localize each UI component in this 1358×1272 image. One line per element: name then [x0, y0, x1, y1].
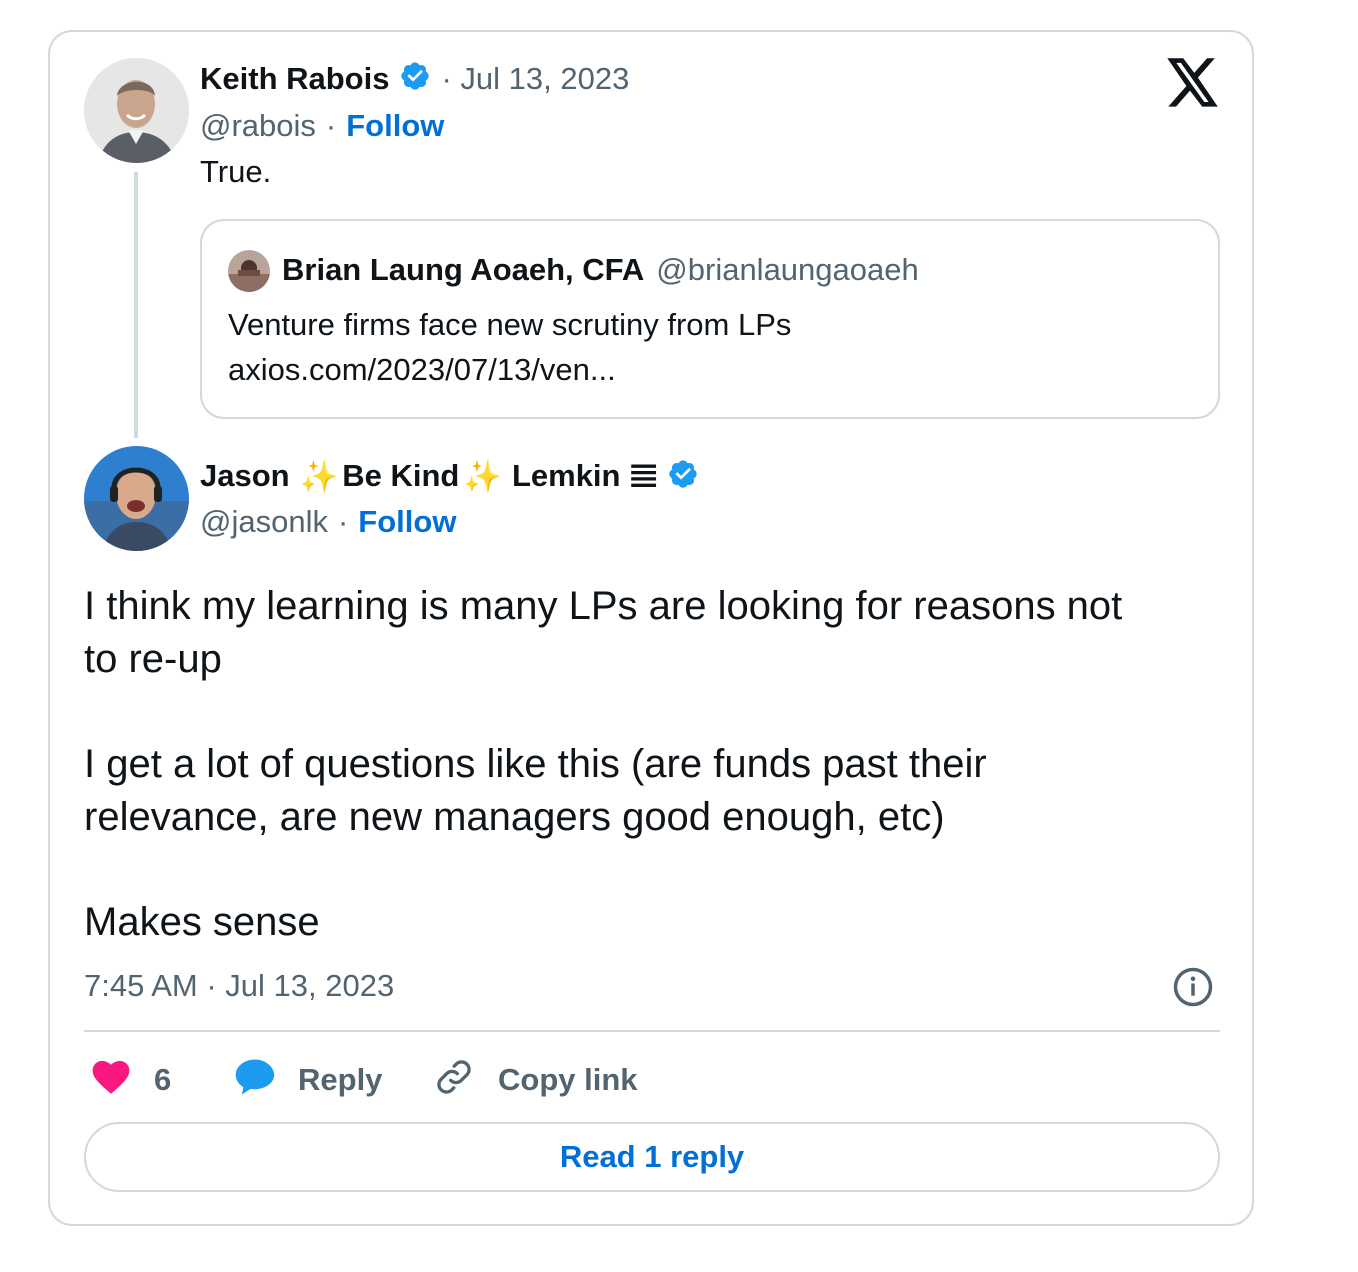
- main-tweet-text: I think my learning is many LPs are look…: [84, 580, 1122, 949]
- author-handle[interactable]: @jasonlk: [200, 504, 328, 540]
- keith-rabois-avatar[interactable]: [84, 58, 189, 163]
- quoted-author-handle: @brianlaungaoaeh: [656, 252, 919, 287]
- divider: [84, 1030, 1220, 1032]
- tweet-line: relevance, are new managers good enough,…: [84, 795, 945, 839]
- quoted-tweet-link[interactable]: axios.com/2023/07/13/ven...: [228, 352, 616, 388]
- quoted-tweet-text: Venture firms face new scrutiny from LPs: [228, 307, 792, 342]
- tweet-date[interactable]: · Jul 13, 2023: [441, 61, 629, 97]
- tweet-line: I get a lot of questions like this (are …: [84, 742, 987, 786]
- follow-button[interactable]: Follow: [346, 108, 444, 144]
- first-tweet-header: Keith Rabois · Jul 13, 2023: [200, 60, 629, 97]
- first-tweet-handle-row: @rabois · Follow: [200, 108, 444, 144]
- separator-dot: ·: [325, 108, 337, 143]
- author-name-part-1[interactable]: Jason: [200, 458, 290, 494]
- copy-link-label: Copy link: [498, 1061, 638, 1097]
- tweet-line: to re-up: [84, 637, 222, 681]
- like-button[interactable]: 6: [90, 1056, 171, 1103]
- quoted-tweet-header: Brian Laung Aoaeh, CFA @brianlaungaoaeh: [282, 252, 919, 288]
- jason-lemkin-avatar[interactable]: [84, 446, 189, 551]
- quoted-author-name: Brian Laung Aoaeh, CFA: [282, 252, 645, 287]
- copy-link-button[interactable]: Copy link: [434, 1056, 638, 1103]
- follow-button[interactable]: Follow: [358, 504, 456, 540]
- separator-dot: ·: [337, 504, 349, 539]
- reply-button[interactable]: Reply: [232, 1056, 382, 1103]
- reply-bubble-icon: [232, 1056, 278, 1103]
- brian-aoaeh-avatar[interactable]: [228, 250, 270, 292]
- reply-label: Reply: [298, 1061, 383, 1097]
- sparkle-emoji: ✨: [299, 458, 339, 494]
- main-tweet-header: Jason ✨ Be Kind ✨ Lemkin 𝌆: [200, 456, 699, 496]
- author-name-part-3[interactable]: Lemkin: [512, 458, 621, 494]
- x-logo-icon[interactable]: [1166, 58, 1220, 108]
- tweet-line: Makes sense: [84, 900, 320, 944]
- info-icon[interactable]: [1172, 966, 1214, 1008]
- tweet-line: I think my learning is many LPs are look…: [84, 584, 1123, 628]
- sparkle-emoji: ✨: [463, 458, 502, 494]
- first-tweet-text: True.: [200, 154, 272, 189]
- tetragram-glyph: 𝌆: [628, 456, 659, 496]
- like-count: 6: [154, 1061, 172, 1097]
- thread-connector-line: [134, 172, 138, 438]
- main-tweet-handle-row: @jasonlk · Follow: [200, 504, 456, 540]
- link-icon: [434, 1056, 474, 1103]
- author-name-part-2[interactable]: Be Kind: [342, 458, 459, 494]
- tweet-timestamp[interactable]: 7:45 AM · Jul 13, 2023: [84, 968, 394, 1004]
- verified-badge-icon: [667, 458, 699, 495]
- verified-badge-icon: [399, 60, 431, 97]
- author-handle[interactable]: @rabois: [200, 108, 316, 144]
- read-replies-button[interactable]: Read 1 reply: [84, 1122, 1220, 1192]
- author-name[interactable]: Keith Rabois: [200, 61, 389, 97]
- heart-icon: [90, 1056, 132, 1103]
